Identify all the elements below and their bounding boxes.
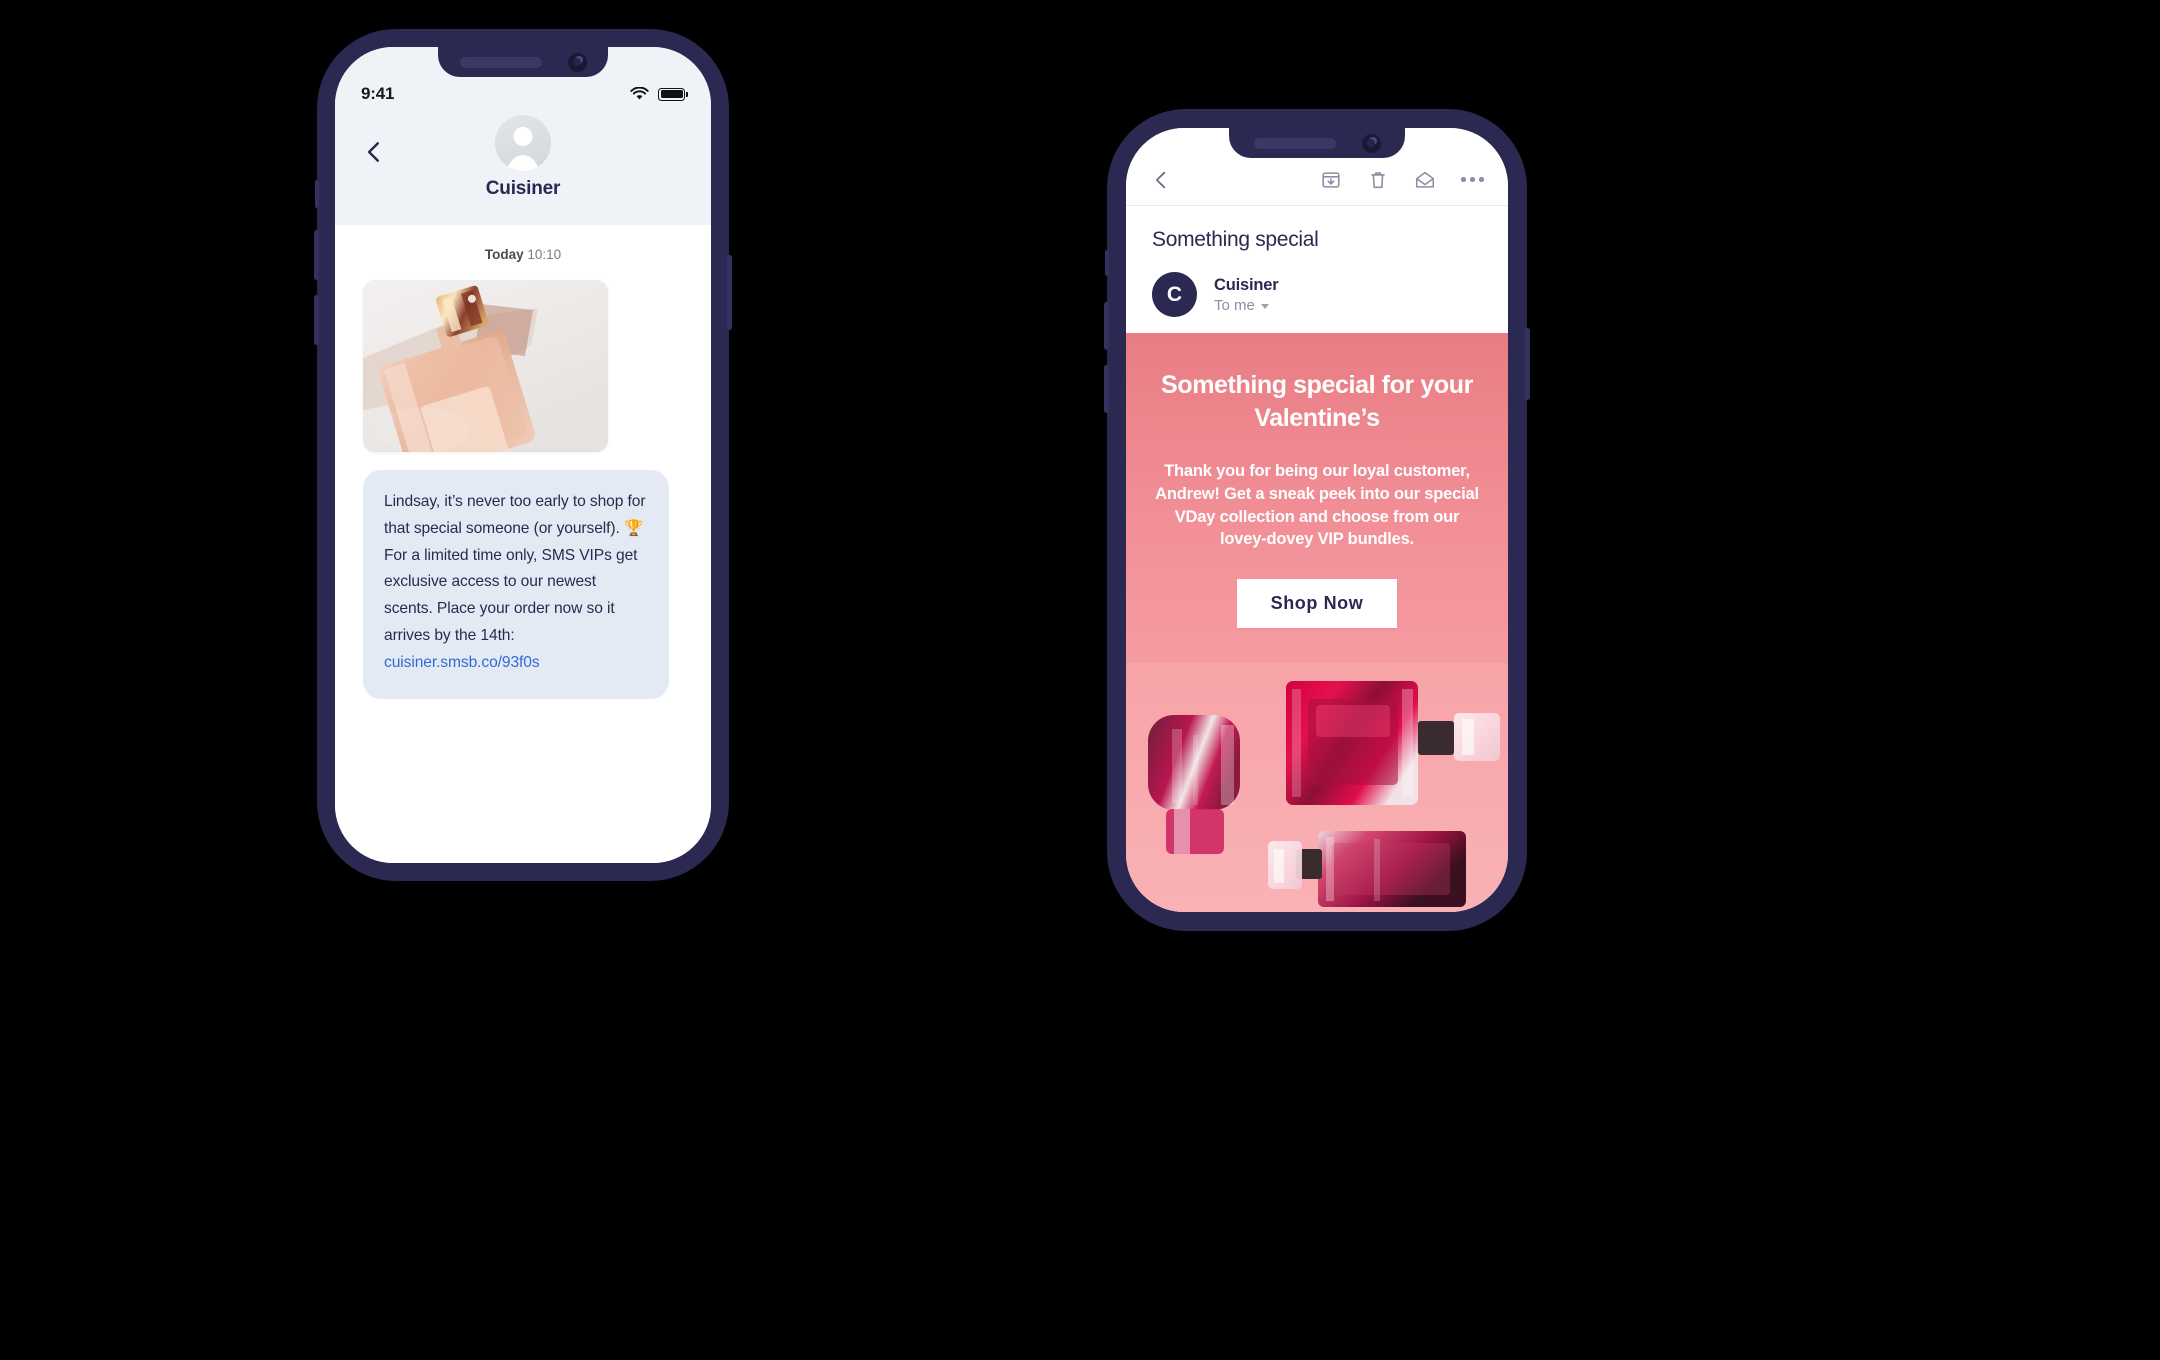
phone-mockup-sms: 9:41 Cuisiner Today 10:10 Lindsay, it’s …	[314, 30, 732, 880]
phone2-screen: Something special C Cuisiner To me Somet…	[1126, 128, 1508, 912]
phone1-power-button	[727, 255, 732, 330]
more-options-icon[interactable]	[1461, 177, 1484, 182]
avatar: C	[1152, 272, 1197, 317]
envelope-open-icon[interactable]	[1414, 169, 1436, 191]
front-camera-icon	[1361, 133, 1381, 153]
sms-message-link[interactable]: cuisiner.smsb.co/93f0s	[384, 654, 540, 671]
email-action-icons	[1320, 169, 1484, 191]
archive-icon[interactable]	[1320, 169, 1342, 191]
email-heading: Something special for your Valentine’s	[1161, 371, 1473, 432]
perfume-bottles-photo	[1126, 663, 1508, 912]
phone1-volume-up-button	[314, 230, 319, 280]
person-avatar-icon	[495, 115, 551, 171]
trash-icon[interactable]	[1367, 169, 1389, 191]
chevron-left-icon[interactable]	[1150, 169, 1172, 191]
phone2-notch	[1229, 128, 1405, 158]
phone2-volume-down-button	[1104, 365, 1109, 413]
email-paragraph: Thank you for being our loyal customer, …	[1155, 462, 1479, 549]
sms-conversation: Today 10:10 Lindsay, it’s never too earl…	[335, 225, 711, 863]
phone1-volume-down-button	[314, 295, 319, 345]
perfume-bottle-photo	[363, 280, 608, 452]
phone1-screen: 9:41 Cuisiner Today 10:10 Lindsay, it’s …	[335, 47, 711, 863]
wifi-icon	[630, 87, 649, 100]
email-meta: Something special C Cuisiner To me	[1126, 206, 1508, 333]
shop-now-button[interactable]: Shop Now	[1236, 579, 1398, 629]
timestamp-day: Today	[484, 247, 524, 262]
status-time: 9:41	[361, 84, 395, 103]
phone2-power-button	[1525, 328, 1530, 400]
sms-nav-row: Cuisiner	[335, 107, 711, 225]
chevron-down-icon[interactable]	[1260, 303, 1269, 309]
sms-contact-name: Cuisiner	[485, 178, 561, 199]
status-indicators	[630, 87, 688, 101]
email-hero-banner: Something special for your Valentine’s T…	[1126, 333, 1508, 912]
phone2-volume-up-button	[1104, 302, 1109, 350]
email-recipient[interactable]: To me	[1214, 297, 1278, 314]
email-copy-block: Something special for your Valentine’s T…	[1126, 333, 1508, 629]
mms-attachment-image[interactable]	[363, 280, 608, 452]
email-sender-name: Cuisiner	[1214, 275, 1279, 294]
front-camera-icon	[567, 52, 587, 72]
earpiece-speaker-icon	[459, 56, 542, 68]
email-subject: Something special	[1152, 228, 1319, 251]
screenshot-canvas: 9:41 Cuisiner Today 10:10 Lindsay, it’s …	[0, 0, 2160, 1360]
sms-message-text: Lindsay, it’s never too early to shop fo…	[384, 493, 646, 645]
conversation-timestamp: Today 10:10	[363, 225, 683, 280]
sms-contact-header: Cuisiner	[335, 115, 711, 200]
phone1-notch	[438, 47, 608, 77]
phone2-mute-switch	[1105, 250, 1109, 276]
email-sender-row: C Cuisiner To me	[1152, 272, 1482, 317]
battery-icon	[658, 87, 688, 101]
timestamp-time: 10:10	[527, 247, 562, 262]
phone1-mute-switch	[315, 180, 319, 208]
phone-mockup-email: Something special C Cuisiner To me Somet…	[1104, 110, 1530, 930]
email-recipient-label: To me	[1214, 296, 1255, 314]
earpiece-speaker-icon	[1253, 137, 1336, 149]
sms-message-bubble[interactable]: Lindsay, it’s never too early to shop fo…	[363, 470, 669, 699]
email-sender-info: Cuisiner To me	[1214, 275, 1279, 314]
